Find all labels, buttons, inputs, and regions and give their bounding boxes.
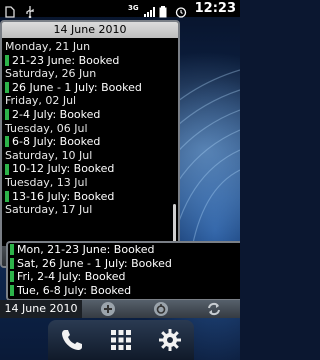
- day-heading: Friday, 02 Jul: [5, 94, 77, 108]
- booking-color-bar: [5, 54, 9, 66]
- list-item[interactable]: Tuesday, 13 Jul: [2, 176, 178, 190]
- list-item[interactable]: Monday, 21 Jun: [2, 40, 178, 54]
- app-drawer-icon[interactable]: [106, 325, 136, 355]
- day-heading: Monday, 21 Jun: [5, 40, 91, 53]
- booking-text: 21-23 June: Booked: [12, 53, 120, 67]
- booking-color-bar: [5, 163, 9, 175]
- agenda-widget[interactable]: 14 June 2010 Monday, 21 Jun 21-23 June: …: [0, 20, 180, 268]
- list-item[interactable]: Tue, 6-8 July: Booked: [8, 284, 240, 298]
- usb-icon: [25, 3, 37, 18]
- booking-color-bar: [10, 271, 14, 283]
- list-item[interactable]: Fri, 2-4 July: Booked: [8, 270, 240, 284]
- list-item[interactable]: Saturday, 17 Jul: [2, 203, 178, 217]
- booking-text: Tue, 6-8 July: Booked: [17, 283, 132, 297]
- booking-text: Sat, 26 June - 1 July: Booked: [17, 256, 172, 270]
- battery-icon: [159, 3, 171, 17]
- refresh-icon[interactable]: [206, 301, 222, 317]
- launcher-dock: [48, 320, 194, 360]
- booking-text: 6-8 July: Booked: [12, 135, 101, 149]
- scrollbar[interactable]: [173, 204, 176, 246]
- network-type-label: 3G: [127, 4, 139, 12]
- day-heading: Saturday, 26 Jun: [5, 67, 97, 81]
- reset-icon[interactable]: [153, 301, 169, 317]
- day-heading: Tuesday, 13 Jul: [5, 175, 88, 189]
- booking-color-bar: [10, 284, 14, 296]
- list-item[interactable]: Friday, 02 Jul: [2, 94, 178, 108]
- list-item[interactable]: Saturday, 10 Jul: [2, 149, 178, 163]
- settings-icon[interactable]: [155, 325, 185, 355]
- status-bar: 3G 12:23: [0, 0, 240, 18]
- list-item[interactable]: 10-12 July: Booked: [2, 162, 178, 176]
- booking-text: 13-16 July: Booked: [12, 189, 115, 203]
- phone-icon[interactable]: [57, 325, 87, 355]
- day-heading: Saturday, 10 Jul: [5, 148, 93, 162]
- booking-color-bar: [5, 109, 9, 121]
- booking-text: Mon, 21-23 June: Booked: [17, 243, 155, 256]
- list-item[interactable]: 26 June - 1 July: Booked: [2, 81, 178, 95]
- day-heading: Saturday, 17 Jul: [5, 203, 93, 217]
- widget2-toolbar: 14 June 2010: [0, 300, 240, 318]
- booking-color-bar: [5, 82, 9, 94]
- list-item[interactable]: Mon, 21-23 June: Booked: [8, 243, 240, 257]
- list-item[interactable]: Sat, 26 June - 1 July: Booked: [8, 257, 240, 271]
- list-item[interactable]: Saturday, 26 Jun: [2, 67, 178, 81]
- list-item[interactable]: 2-4 July: Booked: [2, 108, 178, 122]
- widget-date-header[interactable]: 14 June 2010: [2, 22, 178, 38]
- booking-color-bar: [5, 136, 9, 148]
- list-item[interactable]: 13-16 July: Booked: [2, 190, 178, 204]
- booking-text: 2-4 July: Booked: [12, 107, 101, 121]
- alarm-icon: [175, 3, 187, 18]
- status-time: 12:23: [194, 1, 236, 16]
- sim-card-icon: [5, 3, 17, 18]
- booking-text: 10-12 July: Booked: [12, 162, 115, 176]
- booking-color-bar: [5, 190, 9, 202]
- day-heading: Tuesday, 06 Jul: [5, 121, 88, 135]
- list-item[interactable]: 21-23 June: Booked: [2, 54, 178, 68]
- widget-date-footer[interactable]: 14 June 2010: [0, 300, 82, 318]
- agenda-list[interactable]: Monday, 21 Jun 21-23 June: Booked Saturd…: [2, 38, 178, 217]
- list-item[interactable]: Tuesday, 06 Jul: [2, 122, 178, 136]
- compact-agenda-widget[interactable]: Mon, 21-23 June: Booked Sat, 26 June - 1…: [6, 241, 240, 301]
- booking-text: 26 June - 1 July: Booked: [12, 80, 142, 94]
- add-icon[interactable]: [100, 301, 116, 317]
- booking-color-bar: [10, 244, 14, 256]
- list-item[interactable]: 6-8 July: Booked: [2, 135, 178, 149]
- booking-text: Fri, 2-4 July: Booked: [17, 270, 126, 283]
- signal-icon: [143, 3, 155, 17]
- booking-color-bar: [10, 257, 14, 269]
